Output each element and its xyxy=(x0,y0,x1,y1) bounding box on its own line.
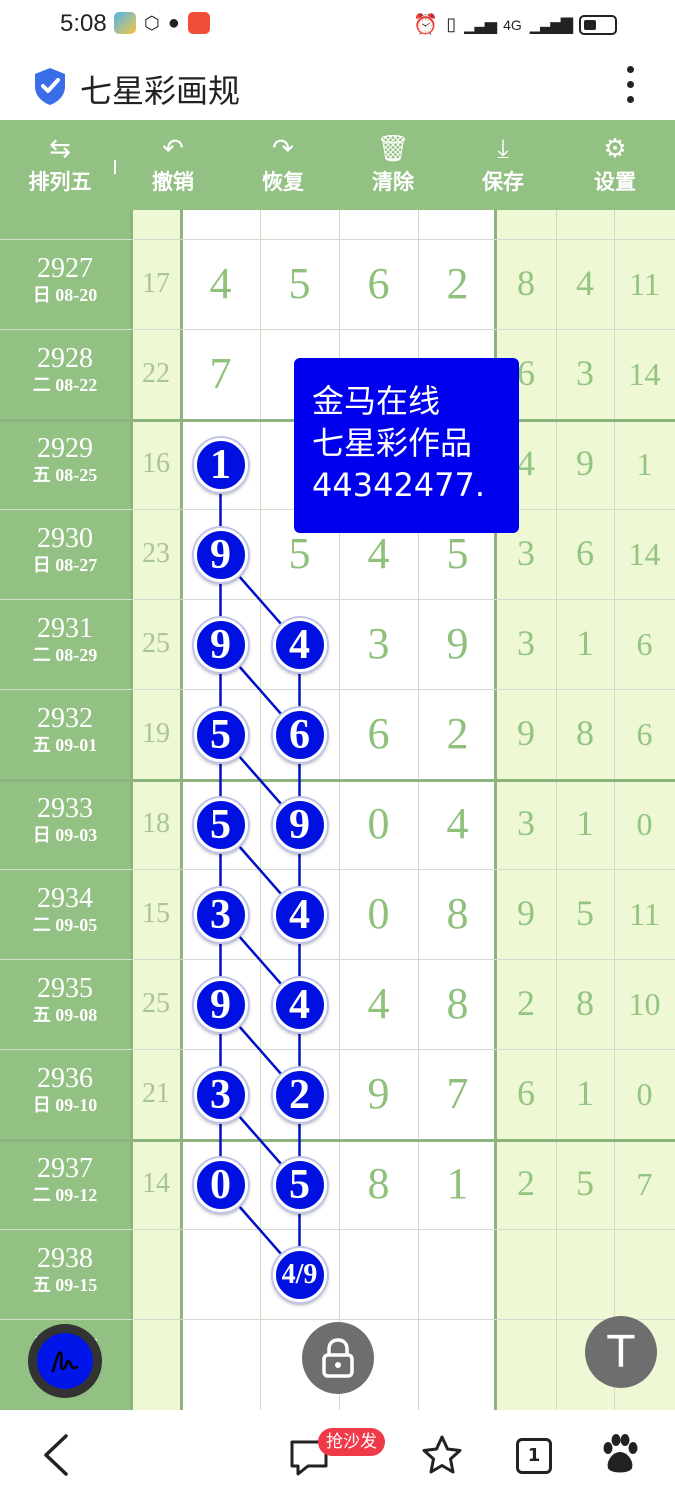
lottery-switch-label: 排列五 xyxy=(28,170,92,194)
vibrate-icon: ▯ xyxy=(446,14,457,34)
settings-label: 设置 xyxy=(594,170,636,194)
favorite-star-icon[interactable] xyxy=(420,1434,464,1476)
clear-button[interactable]: 🗑 清除 xyxy=(358,120,428,210)
message-notification-icon: ● xyxy=(167,12,180,34)
back-icon[interactable] xyxy=(40,1432,72,1478)
marked-number-ball[interactable]: 5 xyxy=(193,798,248,852)
swap-arrows-icon: ⇆ xyxy=(49,134,71,164)
text-tool-icon: T xyxy=(607,1326,635,1378)
marked-number-ball[interactable]: 5 xyxy=(193,708,248,762)
settings-notification-icon: ⬡ xyxy=(144,13,160,33)
marked-number-ball[interactable]: 4 xyxy=(272,888,327,942)
shop-notification-icon xyxy=(187,12,210,34)
marked-number-ball[interactable]: 5 xyxy=(272,1158,327,1212)
redo-icon: ↷ xyxy=(272,134,294,164)
trash-icon: 🗑 xyxy=(376,134,410,164)
marked-number-ball[interactable]: 1 xyxy=(193,438,248,492)
pen-tool-button[interactable] xyxy=(28,1324,102,1398)
marked-number-ball[interactable]: 3 xyxy=(193,888,248,942)
undo-button[interactable]: ↶ 撤销 xyxy=(138,120,208,210)
network-type: 4G xyxy=(503,16,522,33)
alarm-icon: ⏰ xyxy=(413,14,439,36)
lock-icon xyxy=(322,1338,354,1378)
marked-number-ball[interactable]: 3 xyxy=(193,1068,248,1122)
battery-icon xyxy=(579,14,617,35)
lock-button[interactable] xyxy=(302,1322,374,1394)
shield-icon xyxy=(35,68,65,105)
marked-number-ball[interactable]: 0 xyxy=(193,1158,248,1212)
status-notification-icons: ⬡ ● xyxy=(114,12,210,34)
comment-badge: 抢沙发 xyxy=(318,1428,385,1456)
scroll-to-top-button[interactable]: T xyxy=(585,1316,657,1388)
marked-number-ball[interactable]: 9 xyxy=(193,978,248,1032)
note-line-id: 44342477. xyxy=(312,466,486,504)
clear-label: 清除 xyxy=(372,170,414,194)
marked-number-ball[interactable]: 4 xyxy=(272,978,327,1032)
save-label: 保存 xyxy=(482,170,524,194)
tab-count: 1 xyxy=(527,1445,541,1466)
marked-number-ball[interactable]: 6 xyxy=(272,708,327,762)
more-options-icon[interactable] xyxy=(620,66,640,106)
page-title: 七星彩画规 xyxy=(80,72,241,110)
marked-number-ball[interactable]: 9 xyxy=(272,798,327,852)
save-button[interactable]: ⤓ 保存 xyxy=(468,120,538,210)
author-note-overlay[interactable]: 金马在线 七星彩作品 44342477. xyxy=(294,358,519,533)
settings-button[interactable]: ⚙ 设置 xyxy=(580,120,650,210)
download-icon: ⤓ xyxy=(497,134,509,164)
status-bar: 5:08 ⬡ ● ⏰ ▯ ▁▃▅ 4G ▁▃▅▇ xyxy=(0,0,675,50)
status-indicators: ⏰ ▯ ▁▃▅ 4G ▁▃▅▇ xyxy=(413,12,617,37)
lottery-switch-button[interactable]: ⇆ 排列五 xyxy=(18,120,102,210)
marked-number-ball[interactable]: 4/9 xyxy=(272,1248,327,1302)
marked-number-ball[interactable]: 9 xyxy=(193,528,248,582)
signal-strength-icon: ▁▃▅▇ xyxy=(529,16,573,34)
status-time: 5:08 xyxy=(60,10,107,37)
redo-button[interactable]: ↷ 恢复 xyxy=(248,120,318,210)
undo-icon: ↶ xyxy=(162,134,184,164)
paw-app-icon[interactable] xyxy=(600,1432,640,1476)
marked-number-ball[interactable]: 2 xyxy=(272,1068,327,1122)
undo-label: 撤销 xyxy=(152,170,194,194)
toolbar-divider xyxy=(114,160,116,174)
gear-icon: ⚙ xyxy=(603,134,627,164)
note-line-work: 七星彩作品 xyxy=(312,424,473,462)
tabs-button[interactable]: 1 xyxy=(516,1438,552,1474)
toolbar: ⇆ 排列五 ↶ 撤销 ↷ 恢复 🗑 清除 ⤓ 保存 ⚙ 设置 xyxy=(0,120,675,210)
app-notification-icon xyxy=(114,12,136,34)
marked-number-ball[interactable]: 9 xyxy=(193,618,248,672)
marked-number-ball[interactable]: 4 xyxy=(272,618,327,672)
pen-icon xyxy=(37,1333,93,1389)
redo-label: 恢复 xyxy=(262,170,304,194)
note-line-site: 金马在线 xyxy=(312,382,441,420)
signal-icon: ▁▃▅ xyxy=(464,16,497,34)
